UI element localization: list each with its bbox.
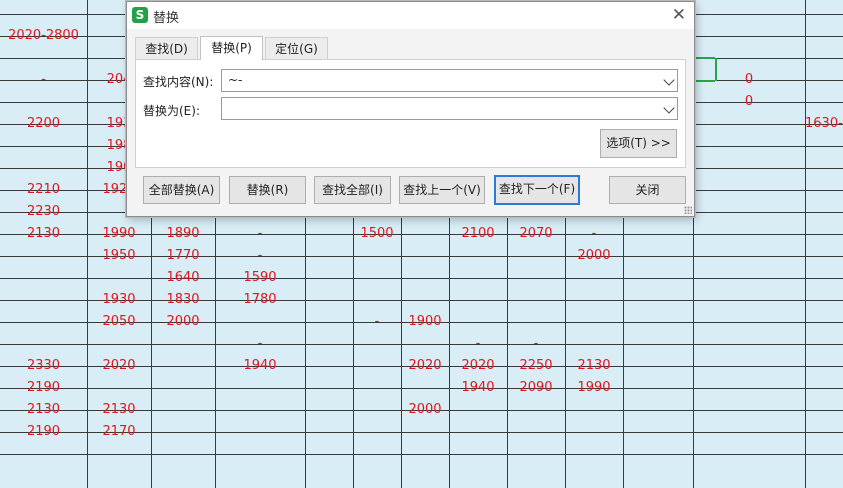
- chevron-down-icon[interactable]: [663, 102, 675, 114]
- sheet-cell[interactable]: 2020-2800: [0, 25, 87, 47]
- sheet-cell[interactable]: 2130: [87, 399, 151, 421]
- sheet-cell[interactable]: 1630-1730: [805, 113, 843, 135]
- sheet-cell[interactable]: 2000: [401, 399, 449, 421]
- sheet-cell[interactable]: 2170: [87, 421, 151, 443]
- sheet-cell[interactable]: 1990: [565, 377, 623, 399]
- sheet-cell[interactable]: 0: [693, 91, 805, 113]
- options-button[interactable]: 选项(T) >>: [600, 129, 677, 158]
- close-icon[interactable]: ✕: [672, 5, 686, 25]
- sheet-cell[interactable]: -: [507, 333, 565, 355]
- dialog-titlebar[interactable]: S 替换 ✕: [127, 2, 694, 29]
- sheet-cell[interactable]: 2020: [87, 355, 151, 377]
- sheet-cell[interactable]: -: [215, 333, 305, 355]
- chevron-down-icon[interactable]: [663, 74, 675, 86]
- sheet-cell[interactable]: 2190: [0, 421, 87, 443]
- sheet-cell[interactable]: 2020: [401, 355, 449, 377]
- sheet-cell[interactable]: -: [449, 333, 507, 355]
- sheet-cell[interactable]: 2020: [449, 355, 507, 377]
- sheet-cell[interactable]: 1950: [87, 245, 151, 267]
- tab-find[interactable]: 查找(D): [135, 37, 198, 60]
- tab-replace[interactable]: 替换(P): [200, 36, 263, 60]
- selected-cell-border-bottom: [693, 80, 715, 82]
- find-previous-button[interactable]: 查找上一个(V): [399, 176, 485, 204]
- sheet-cell[interactable]: -: [215, 245, 305, 267]
- sheet-cell[interactable]: 1830: [151, 289, 215, 311]
- sheet-cell[interactable]: 2130: [0, 399, 87, 421]
- sheet-cell[interactable]: 2100: [449, 223, 507, 245]
- sheet-cell[interactable]: -: [353, 311, 401, 333]
- grid-row-line: [0, 344, 843, 345]
- dialog-title: 替换: [153, 11, 180, 26]
- sheet-cell[interactable]: 2330: [0, 355, 87, 377]
- sheet-cell[interactable]: -: [0, 69, 87, 91]
- find-next-button[interactable]: 查找下一个(F): [494, 175, 580, 205]
- sheet-cell[interactable]: 1590: [215, 267, 305, 289]
- sheet-cell[interactable]: 2250: [507, 355, 565, 377]
- find-all-button[interactable]: 查找全部(I): [314, 176, 391, 204]
- sheet-cell[interactable]: 2210: [0, 179, 87, 201]
- replace-with-label: 替换为(E):: [143, 104, 200, 118]
- sheet-cell[interactable]: 2070: [507, 223, 565, 245]
- sheet-cell[interactable]: 1780: [215, 289, 305, 311]
- sheet-cell[interactable]: 2000: [151, 311, 215, 333]
- sheet-cell[interactable]: 1500: [353, 223, 401, 245]
- sheet-cell[interactable]: 1940: [215, 355, 305, 377]
- find-replace-dialog: S 替换 ✕ 查找(D) 替换(P) 定位(G) 查找内容(N): ~- 替换为…: [126, 1, 695, 217]
- resize-grip-icon[interactable]: [684, 206, 692, 214]
- sheet-cell[interactable]: 1890: [151, 223, 215, 245]
- grid-row-line: [0, 388, 843, 389]
- find-what-input[interactable]: ~-: [221, 69, 678, 92]
- tab-goto[interactable]: 定位(G): [265, 37, 328, 60]
- sheet-cell[interactable]: 2090: [507, 377, 565, 399]
- sheet-cell[interactable]: 2000: [565, 245, 623, 267]
- sheet-cell[interactable]: 1930: [87, 289, 151, 311]
- find-what-label: 查找内容(N):: [143, 75, 214, 89]
- sheet-cell[interactable]: 1640: [151, 267, 215, 289]
- grid-column-line: [805, 0, 806, 488]
- sheet-cell[interactable]: -: [565, 223, 623, 245]
- close-button[interactable]: 关闭: [609, 176, 686, 204]
- grid-row-line: [0, 278, 843, 279]
- sheet-cell[interactable]: 1940: [449, 377, 507, 399]
- replace-all-button[interactable]: 全部替换(A): [143, 176, 220, 204]
- replace-button[interactable]: 替换(R): [229, 176, 306, 204]
- sheet-cell[interactable]: 2200: [0, 113, 87, 135]
- find-what-value: ~-: [228, 73, 243, 87]
- sheet-cell[interactable]: -: [215, 223, 305, 245]
- wps-app-icon: S: [132, 7, 148, 23]
- replace-with-input[interactable]: [221, 97, 678, 120]
- sheet-cell[interactable]: 2190: [0, 377, 87, 399]
- sheet-cell[interactable]: 1990: [87, 223, 151, 245]
- sheet-cell[interactable]: 2130: [0, 223, 87, 245]
- sheet-cell[interactable]: 2230: [0, 201, 87, 223]
- selected-cell-border-top: [693, 57, 715, 59]
- sheet-cell[interactable]: 2050: [87, 311, 151, 333]
- sheet-cell[interactable]: 1770: [151, 245, 215, 267]
- sheet-cell[interactable]: 1900: [401, 311, 449, 333]
- selected-cell-border-right: [715, 58, 717, 81]
- replace-panel: 查找内容(N): ~- 替换为(E): 选项(T) >>: [135, 59, 686, 168]
- sheet-cell[interactable]: 2130: [565, 355, 623, 377]
- grid-row-line: [0, 454, 843, 455]
